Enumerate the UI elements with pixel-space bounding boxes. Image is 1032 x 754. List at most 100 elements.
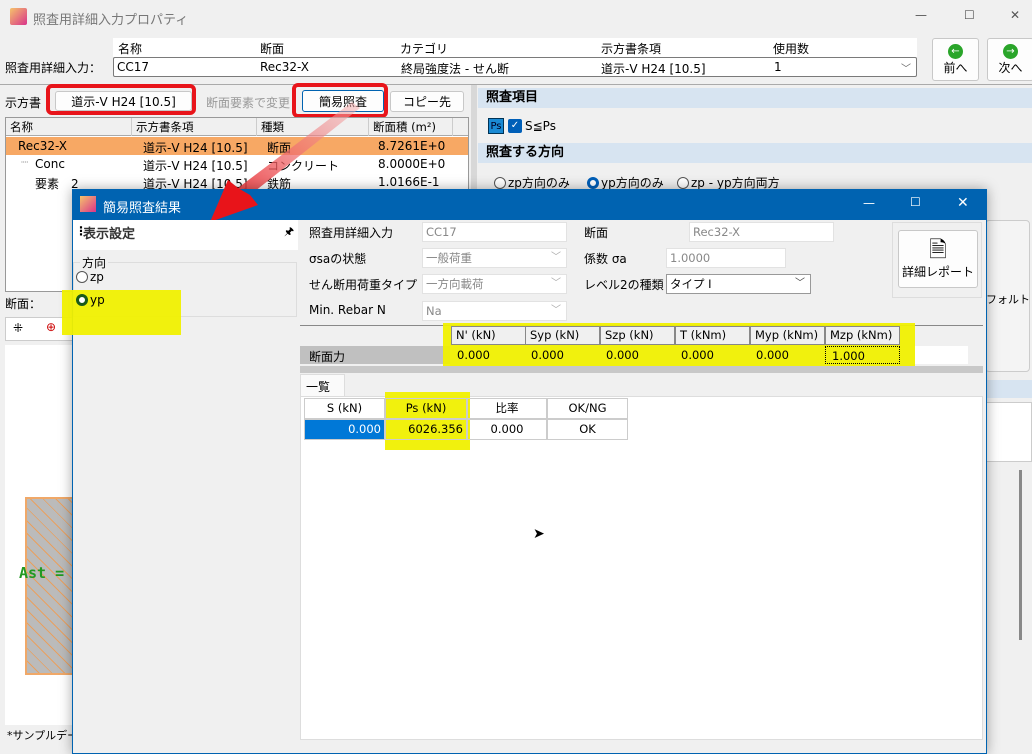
pin-icon[interactable]: 🖈 [284, 223, 294, 242]
section-band [985, 380, 1032, 398]
force-col-header: Syp (kN) [525, 326, 600, 345]
app-icon [10, 8, 27, 25]
report-icon: 🗎 [929, 237, 947, 263]
detail-input-label: 照査用詳細入力 [309, 226, 394, 240]
ps-icon: Ps [488, 118, 504, 134]
tree-cell: 1.0166E-1 [378, 175, 440, 189]
right-grid [985, 402, 1032, 462]
radio-label: yp方向のみ [601, 176, 664, 190]
force-col-header: Szp (kN) [600, 326, 675, 345]
force-value-cell[interactable]: 0.000 [600, 346, 675, 364]
force-value-cell[interactable]: 1.000 [825, 346, 900, 364]
ps-checkbox[interactable]: ✓ [508, 119, 522, 133]
grid-splitter[interactable] [300, 366, 983, 373]
value-section: Rec32-X [260, 60, 310, 74]
force-col-header: N' (kN) [451, 326, 526, 345]
tree-cell: 8.7261E+0 [378, 139, 446, 153]
scrollbar[interactable] [1019, 470, 1022, 640]
tree-line: ┈ [21, 155, 29, 169]
force-value-cell[interactable]: 0.000 [750, 346, 825, 364]
code-button[interactable]: 道示-V H24 [10.5] [55, 91, 192, 111]
dialog-radio-yp[interactable]: yp [76, 293, 105, 307]
ps-check-label: S≦Ps [525, 119, 556, 133]
display-settings-title: 表示設定 [83, 227, 136, 242]
maximize-button[interactable]: ☐ [964, 8, 975, 22]
force-value-cell[interactable]: 0.000 [525, 346, 600, 364]
radio-label: zp - yp方向両方 [691, 176, 780, 190]
value-category: 終局強度法 - せん断 [401, 62, 509, 76]
shear-load-type-select: 一方向載荷 ﹀ [422, 274, 567, 294]
chevron-down-icon: ﹀ [551, 252, 561, 263]
direction-group-label: 方向 [80, 254, 109, 271]
prev-label: 前へ [943, 60, 968, 75]
force-col-header: Myp (kNm) [750, 326, 825, 345]
coefficient-field[interactable]: 1.0000 [666, 248, 786, 268]
tree-cell: Conc [35, 157, 65, 171]
detail-input-label: 照査用詳細入力： [5, 61, 102, 75]
section-field: Rec32-X [689, 222, 834, 242]
section-force-label: 断面力 [309, 350, 346, 364]
level2-type-select[interactable]: タイプ I ﹀ [666, 274, 811, 294]
result-col-header: 比率 [467, 398, 547, 419]
ast-label: Ast = [19, 564, 65, 582]
close-button[interactable]: ✕ [1010, 8, 1020, 22]
window-title: 照査用詳細入力プロパティ [33, 13, 189, 28]
dialog-close-button[interactable]: ✕ [957, 195, 969, 211]
chevron-down-icon: ﹀ [551, 278, 561, 289]
min-rebar-select: Na ﹀ [422, 301, 567, 321]
result-value-cell[interactable]: 6026.356 [385, 419, 467, 440]
chevron-down-icon: ﹀ [901, 64, 911, 75]
code-label: 示方書 [5, 96, 42, 110]
detail-report-label: 詳細レポート [901, 264, 974, 279]
radio-label: yp [90, 293, 105, 307]
result-value-cell[interactable]: OK [547, 419, 628, 440]
detail-input-select[interactable]: CC17 Rec32-X 終局強度法 - せん断 道示-V H24 [10.5]… [113, 57, 917, 77]
zoom-icon[interactable]: ⊕ [46, 320, 56, 334]
shear-load-type-label: せん断用荷重タイプ [309, 278, 418, 292]
dialog-radio-zp[interactable]: zp [76, 270, 104, 284]
next-label: 次へ [998, 60, 1023, 75]
result-value-cell[interactable]: 0.000 [304, 419, 385, 440]
prev-button[interactable]: ← 前へ [932, 38, 979, 81]
dialog-maximize-button[interactable]: ☐ [910, 195, 921, 209]
chevron-down-icon: ﹀ [551, 305, 561, 316]
result-col-header: Ps (kN) [385, 398, 467, 419]
detail-report-button[interactable]: 🗎 詳細レポート [898, 230, 978, 288]
min-rebar-label: Min. Rebar N [309, 303, 386, 317]
mouse-cursor: ➤ [533, 526, 545, 542]
tree-col-name[interactable]: 名称 [6, 118, 132, 136]
select-value: 一般荷重 [426, 251, 472, 265]
dialog-minimize-button[interactable]: — [863, 196, 875, 210]
detail-input-field: CC17 [422, 222, 567, 242]
result-col-header: S (kN) [304, 398, 385, 419]
col-name: 名称 [118, 42, 143, 56]
result-col-header: OK/NG [547, 398, 628, 419]
minimize-button[interactable]: — [915, 8, 927, 22]
check-items-header: 照査項目 [478, 88, 1032, 108]
force-col-header: Mzp (kNm) [825, 326, 900, 345]
select-value: Na [426, 304, 442, 318]
col-code: 示方書条項 [601, 42, 662, 56]
tree-col-area[interactable]: 断面積 (m²) [369, 118, 453, 136]
fit-icon[interactable]: ⁜ [13, 321, 23, 335]
tab-list[interactable]: 一覧 [300, 374, 345, 396]
result-value-cell[interactable]: 0.000 [467, 419, 547, 440]
section-label: 断面： [5, 297, 42, 311]
force-value-cell[interactable]: 0.000 [675, 346, 750, 364]
copy-to-button[interactable]: コピー先 [390, 91, 464, 112]
level2-type-label: レベル2の種類 [584, 278, 664, 292]
force-value-cell[interactable]: 0.000 [451, 346, 526, 364]
col-category: カテゴリ [400, 42, 449, 56]
force-col-header: T (kNm) [675, 326, 750, 345]
dialog-title: 簡易照査結果 [103, 201, 182, 216]
section-label: 断面 [584, 226, 609, 240]
arrow-right-icon: → [1003, 43, 1018, 59]
coefficient-label: 係数 σa [584, 252, 627, 266]
col-count: 使用数 [773, 42, 810, 56]
direction-header: 照査する方向 [478, 143, 1032, 163]
value-name: CC17 [117, 60, 150, 74]
value-code: 道示-V H24 [10.5] [601, 62, 706, 76]
tree-cell: 8.0000E+0 [378, 157, 446, 171]
next-button[interactable]: → 次へ [987, 38, 1032, 81]
default-text: フォルト [986, 293, 1030, 306]
